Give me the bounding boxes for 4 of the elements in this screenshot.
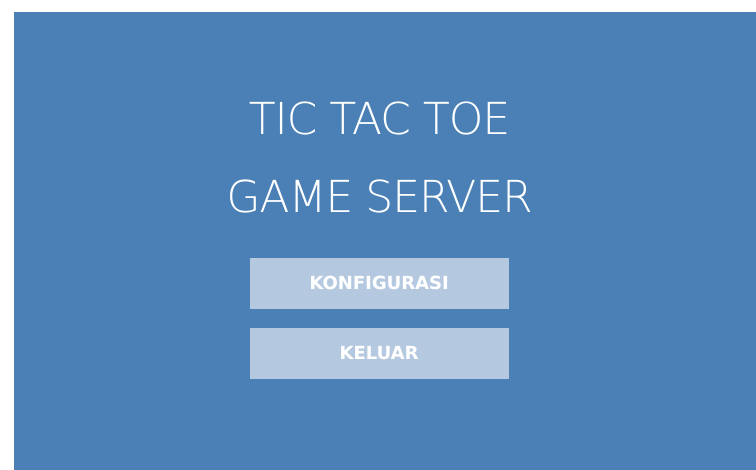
app-title: TIC TAC TOE — [248, 98, 510, 142]
menu-button[interactable]: KELUAR — [250, 328, 508, 379]
menu-button[interactable]: KONFIGURASI — [250, 258, 508, 309]
app-title: GAME SERVER — [226, 176, 532, 220]
